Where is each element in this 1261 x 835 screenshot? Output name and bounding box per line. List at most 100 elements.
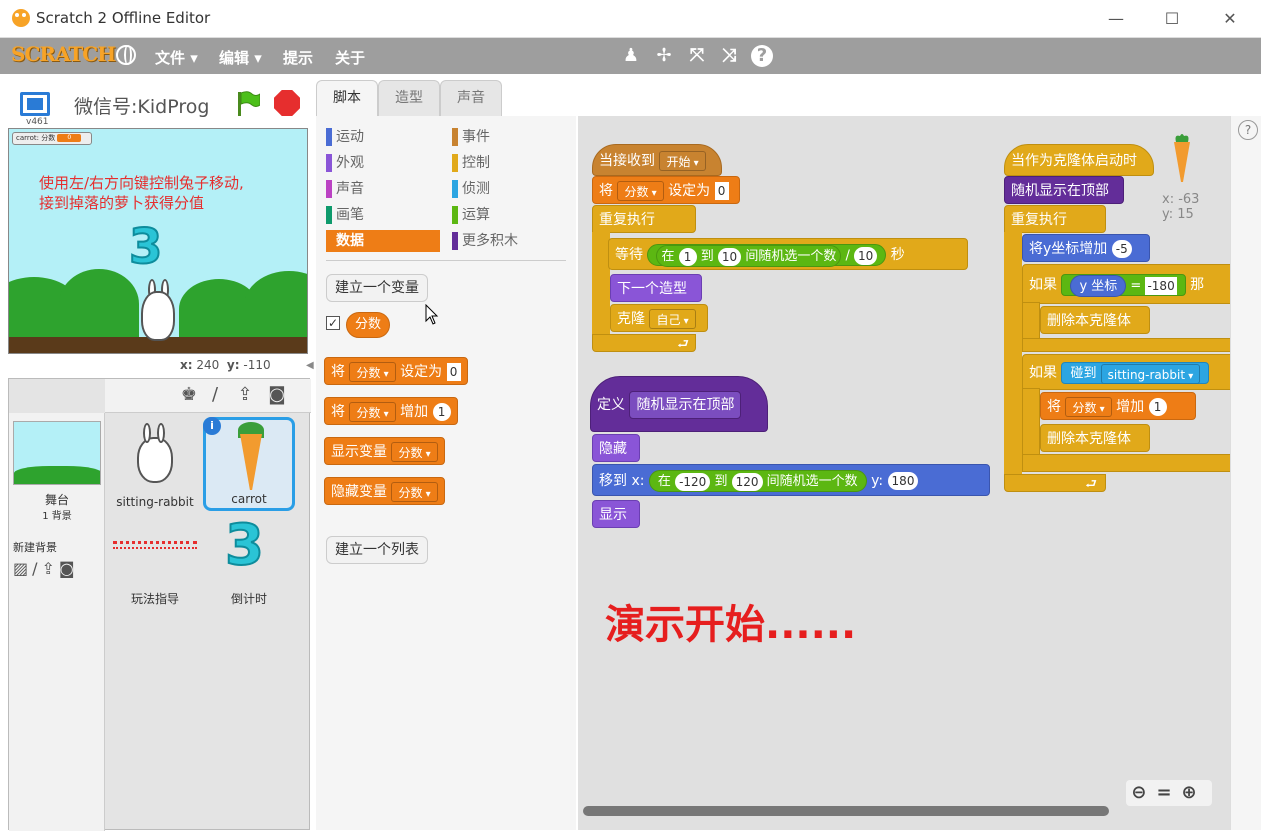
show-block[interactable]: 显示: [592, 500, 640, 528]
green-flag-icon[interactable]: [236, 90, 260, 116]
minimize-button[interactable]: —: [1105, 8, 1127, 30]
value-input[interactable]: 10: [854, 247, 878, 265]
clone-target-dropdown[interactable]: 自己: [649, 309, 696, 329]
value-input[interactable]: 10: [717, 247, 742, 266]
variable-dropdown[interactable]: 分数: [617, 181, 664, 201]
category-control[interactable]: 控制: [452, 152, 570, 174]
category-pen[interactable]: 画笔: [326, 204, 444, 226]
value-input[interactable]: 1: [432, 403, 451, 421]
touch-target-dropdown[interactable]: sitting-rabbit: [1100, 363, 1201, 384]
if-block[interactable]: 如果 碰到 sitting-rabbit: [1022, 354, 1230, 390]
language-globe-icon[interactable]: [116, 45, 136, 65]
variable-checkbox[interactable]: ✓: [326, 316, 340, 330]
value-input[interactable]: 0: [714, 182, 729, 200]
stage-thumbnail[interactable]: [13, 421, 101, 485]
set-variable-block[interactable]: 将 分数 设定为 0: [592, 176, 740, 204]
rabbit-sprite[interactable]: [141, 291, 175, 341]
zoom-in-icon[interactable]: ⊕: [1182, 782, 1207, 803]
zoom-out-icon[interactable]: ⊖: [1131, 782, 1156, 803]
category-motion[interactable]: 运动: [326, 126, 444, 148]
collapse-arrow-icon[interactable]: ◀: [306, 360, 316, 374]
show-variable-block[interactable]: 显示变量 分数: [324, 437, 445, 465]
category-sound[interactable]: 声音: [326, 178, 444, 200]
horizontal-scrollbar[interactable]: [583, 806, 1109, 816]
value-input[interactable]: 1: [1148, 398, 1167, 416]
change-variable-block[interactable]: 将 分数 增加 1: [1040, 392, 1196, 420]
value-input[interactable]: 120: [731, 472, 763, 491]
project-name[interactable]: 微信号:KidProg: [74, 92, 214, 119]
wait-block[interactable]: 等待 在 1 到 10 间随机选一个数 / 10 秒: [608, 238, 968, 270]
goto-xy-block[interactable]: 移到 x: 在 -120 到 120 间随机选一个数 y: 180: [592, 464, 990, 496]
value-input[interactable]: -180: [1145, 277, 1177, 295]
upload-sprite-icon[interactable]: ⇪: [235, 385, 255, 405]
paint-backdrop-icon[interactable]: /: [32, 559, 41, 578]
stage-canvas[interactable]: carrot: 分数 0 使用左/右方向键控制兔子移动, 接到掉落的萝卜获得分值 …: [8, 128, 308, 354]
script-area[interactable]: 当接收到 开始 将 分数 设定为 0 重复执行 等待 在 1 到 10 间随机选…: [578, 116, 1230, 830]
variable-reporter[interactable]: 分数: [346, 312, 391, 338]
category-more-blocks[interactable]: 更多积木: [452, 230, 570, 252]
fullscreen-icon[interactable]: [20, 92, 50, 116]
category-sensing[interactable]: 侦测: [452, 178, 570, 200]
random-reporter[interactable]: 在 1 到 10 间随机选一个数: [656, 245, 842, 267]
variable-dropdown[interactable]: 分数: [1065, 397, 1112, 417]
divide-reporter[interactable]: 在 1 到 10 间随机选一个数 / 10: [647, 244, 887, 267]
make-list-button[interactable]: 建立一个列表: [326, 536, 428, 564]
scratch-logo[interactable]: SCRATCH: [11, 42, 116, 66]
zoom-reset-icon[interactable]: =: [1156, 782, 1181, 803]
tab-sounds[interactable]: 声音: [440, 80, 502, 116]
next-costume-block[interactable]: 下一个造型: [610, 274, 702, 302]
variable-dropdown[interactable]: 分数: [391, 442, 438, 462]
when-receive-hat-block[interactable]: 当接收到 开始: [592, 144, 722, 176]
expand-icon[interactable]: ⤧: [686, 45, 708, 67]
shrink-icon[interactable]: ⤨: [718, 45, 740, 67]
category-operators[interactable]: 运算: [452, 204, 570, 226]
camera-backdrop-icon[interactable]: ◙: [59, 559, 79, 578]
menu-file[interactable]: 文件 ▾: [155, 47, 198, 68]
when-clone-starts-hat[interactable]: 当作为克隆体启动时: [1004, 144, 1154, 176]
change-y-block[interactable]: 将y坐标增加 -5: [1022, 234, 1150, 262]
random-reporter[interactable]: 在 -120 到 120 间随机选一个数: [648, 470, 867, 492]
sprite-tile-countdown[interactable]: 3 倒计时: [203, 512, 295, 609]
camera-sprite-icon[interactable]: ◙: [267, 385, 287, 405]
variable-dropdown[interactable]: 分数: [349, 402, 396, 422]
proc-name[interactable]: 随机显示在顶部: [629, 391, 742, 419]
category-events[interactable]: 事件: [452, 126, 570, 148]
touching-reporter[interactable]: 碰到 sitting-rabbit: [1061, 362, 1210, 384]
call-proc-block[interactable]: 随机显示在顶部: [1004, 176, 1124, 204]
hide-block[interactable]: 隐藏: [592, 434, 640, 462]
sprite-library-icon[interactable]: ♚: [179, 385, 199, 405]
menu-about[interactable]: 关于: [335, 47, 365, 68]
sprite-tile-guide[interactable]: 玩法指导: [109, 515, 201, 609]
make-variable-button[interactable]: 建立一个变量: [326, 274, 428, 302]
if-block[interactable]: 如果 y 坐标 = -180 那: [1022, 264, 1230, 304]
sprite-tile-rabbit[interactable]: sitting-rabbit: [109, 417, 201, 511]
backdrop-library-icon[interactable]: ▨: [13, 559, 32, 578]
maximize-button[interactable]: ☐: [1161, 8, 1183, 30]
help-icon[interactable]: ?: [751, 45, 773, 67]
tab-costumes[interactable]: 造型: [378, 80, 440, 116]
y-position-reporter[interactable]: y 坐标: [1070, 275, 1127, 297]
stop-icon[interactable]: [274, 90, 300, 116]
hide-variable-block[interactable]: 隐藏变量 分数: [324, 477, 445, 505]
forever-block[interactable]: 重复执行: [592, 205, 696, 233]
define-block[interactable]: 定义 随机显示在顶部: [590, 376, 768, 432]
close-button[interactable]: ✕: [1219, 8, 1241, 30]
info-icon[interactable]: i: [203, 417, 221, 435]
sprite-tile-carrot[interactable]: i carrot: [203, 417, 295, 511]
delete-clone-block[interactable]: 删除本克隆体: [1040, 306, 1150, 334]
help-icon[interactable]: ?: [1238, 120, 1258, 140]
message-dropdown[interactable]: 开始: [659, 151, 706, 171]
set-variable-block[interactable]: 将 分数 设定为 0: [324, 357, 468, 385]
equals-reporter[interactable]: y 坐标 = -180: [1061, 274, 1186, 297]
clone-block[interactable]: 克隆 自己: [610, 304, 708, 332]
forever-block[interactable]: 重复执行: [1004, 205, 1106, 233]
variable-dropdown[interactable]: 分数: [391, 482, 438, 502]
menu-tips[interactable]: 提示: [283, 47, 313, 68]
category-data[interactable]: 数据: [326, 230, 440, 252]
delete-clone-block[interactable]: 删除本克隆体: [1040, 424, 1150, 452]
change-variable-block[interactable]: 将 分数 增加 1: [324, 397, 458, 425]
category-looks[interactable]: 外观: [326, 152, 444, 174]
stamp-icon[interactable]: ♟: [620, 45, 642, 67]
upload-backdrop-icon[interactable]: ⇪: [42, 559, 59, 578]
variable-dropdown[interactable]: 分数: [349, 362, 396, 382]
